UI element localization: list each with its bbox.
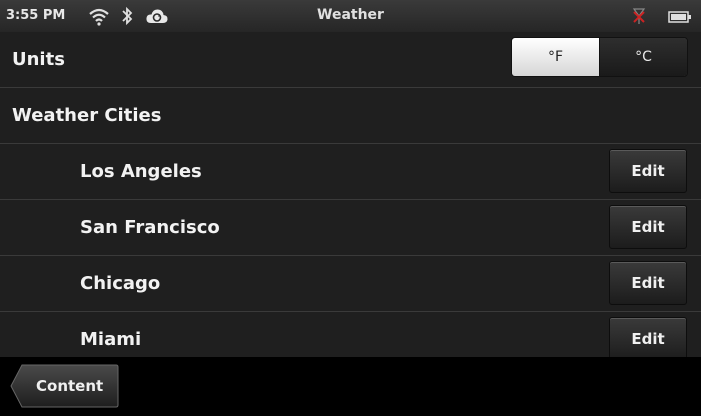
back-button[interactable]: Content (10, 364, 119, 408)
city-row-los-angeles[interactable]: Los Angeles Edit (0, 144, 701, 200)
units-row: Units °F °C (0, 32, 701, 88)
app-title: Weather (317, 7, 384, 23)
edit-button[interactable]: Edit (609, 205, 687, 249)
city-row-chicago[interactable]: Chicago Edit (0, 256, 701, 312)
weather-cities-header: Weather Cities (0, 88, 701, 144)
edit-button[interactable]: Edit (609, 317, 687, 357)
edit-button[interactable]: Edit (609, 261, 687, 305)
back-button-label: Content (36, 377, 104, 395)
city-name: Los Angeles (80, 161, 202, 182)
city-row-miami[interactable]: Miami Edit (0, 312, 701, 357)
battery-icon (668, 9, 692, 28)
celsius-button[interactable]: °C (599, 38, 687, 76)
no-signal-icon (632, 6, 646, 30)
units-label: Units (12, 49, 65, 70)
status-bar: 3:55 PM Weather (0, 0, 701, 33)
city-name: Miami (80, 329, 142, 350)
city-row-san-francisco[interactable]: San Francisco Edit (0, 200, 701, 256)
city-name: Chicago (80, 273, 161, 294)
city-name: San Francisco (80, 217, 220, 238)
units-toggle[interactable]: °F °C (511, 37, 688, 77)
bottom-bar: Content (0, 357, 701, 416)
edit-button[interactable]: Edit (609, 149, 687, 193)
fahrenheit-button[interactable]: °F (512, 38, 599, 76)
weather-cities-label: Weather Cities (12, 105, 162, 126)
settings-list[interactable]: Units °F °C Weather Cities Los Angeles E… (0, 32, 701, 357)
